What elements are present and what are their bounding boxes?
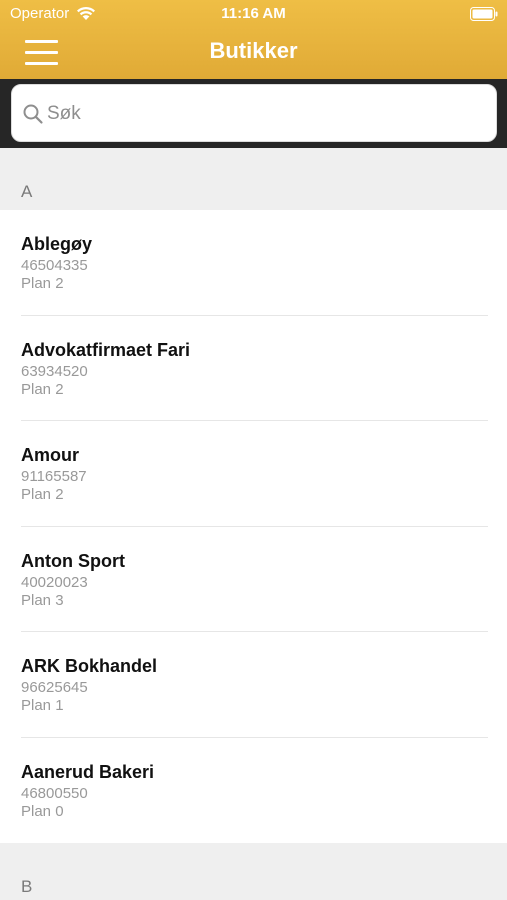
navigation-header: Operator 11:16 AM Butikker bbox=[0, 0, 507, 79]
store-phone: 46504335 bbox=[21, 257, 88, 274]
search-icon bbox=[23, 104, 43, 124]
store-plan: Plan 1 bbox=[21, 697, 64, 714]
status-bar: Operator 11:16 AM bbox=[0, 0, 507, 28]
clock: 11:16 AM bbox=[221, 5, 286, 22]
section-letter: A bbox=[21, 182, 33, 201]
list-item[interactable]: Amour 91165587 Plan 2 bbox=[0, 421, 507, 527]
store-name: ARK Bokhandel bbox=[21, 656, 158, 676]
section-header-a: A bbox=[0, 148, 507, 210]
store-plan: Plan 0 bbox=[21, 802, 64, 820]
store-name: Anton Sport bbox=[21, 550, 125, 571]
store-phone: 91165587 bbox=[21, 468, 87, 485]
list-item[interactable]: Advokatfirmaet Fari 63934520 Plan 2 bbox=[0, 315, 507, 421]
list-item[interactable]: Ablegøy 46504335 Plan 2 bbox=[0, 210, 507, 316]
list-item[interactable]: ARK Bokhandel 96625645 Plan 1 bbox=[0, 632, 507, 738]
store-plan: Plan 2 bbox=[21, 486, 64, 503]
store-phone: 96625645 bbox=[21, 679, 88, 696]
store-plan: Plan 3 bbox=[21, 591, 64, 609]
store-phone: 46800550 bbox=[21, 784, 88, 802]
store-plan: Plan 2 bbox=[21, 275, 64, 292]
store-plan: Plan 2 bbox=[21, 380, 64, 398]
store-phone: 40020023 bbox=[21, 573, 88, 591]
section-letter: B bbox=[21, 877, 33, 896]
store-name: Advokatfirmaet Fari bbox=[21, 339, 191, 360]
store-name: Amour bbox=[21, 445, 79, 465]
store-list: A Ablegøy 46504335 Plan 2 Advokatfirmaet… bbox=[0, 148, 507, 900]
store-phone: 63934520 bbox=[21, 362, 88, 380]
search-input[interactable] bbox=[47, 97, 477, 131]
store-name: Ablegøy bbox=[21, 234, 93, 254]
search-bar bbox=[0, 79, 507, 148]
store-name: Aanerud Bakeri bbox=[21, 761, 155, 782]
search-field[interactable] bbox=[11, 84, 497, 142]
page-title: Butikker bbox=[209, 38, 298, 63]
list-item[interactable]: Aanerud Bakeri 46800550 Plan 0 bbox=[0, 737, 507, 843]
list-item[interactable]: Anton Sport 40020023 Plan 3 bbox=[0, 526, 507, 632]
battery-icon bbox=[470, 7, 498, 21]
section-header-b: B bbox=[0, 843, 507, 900]
